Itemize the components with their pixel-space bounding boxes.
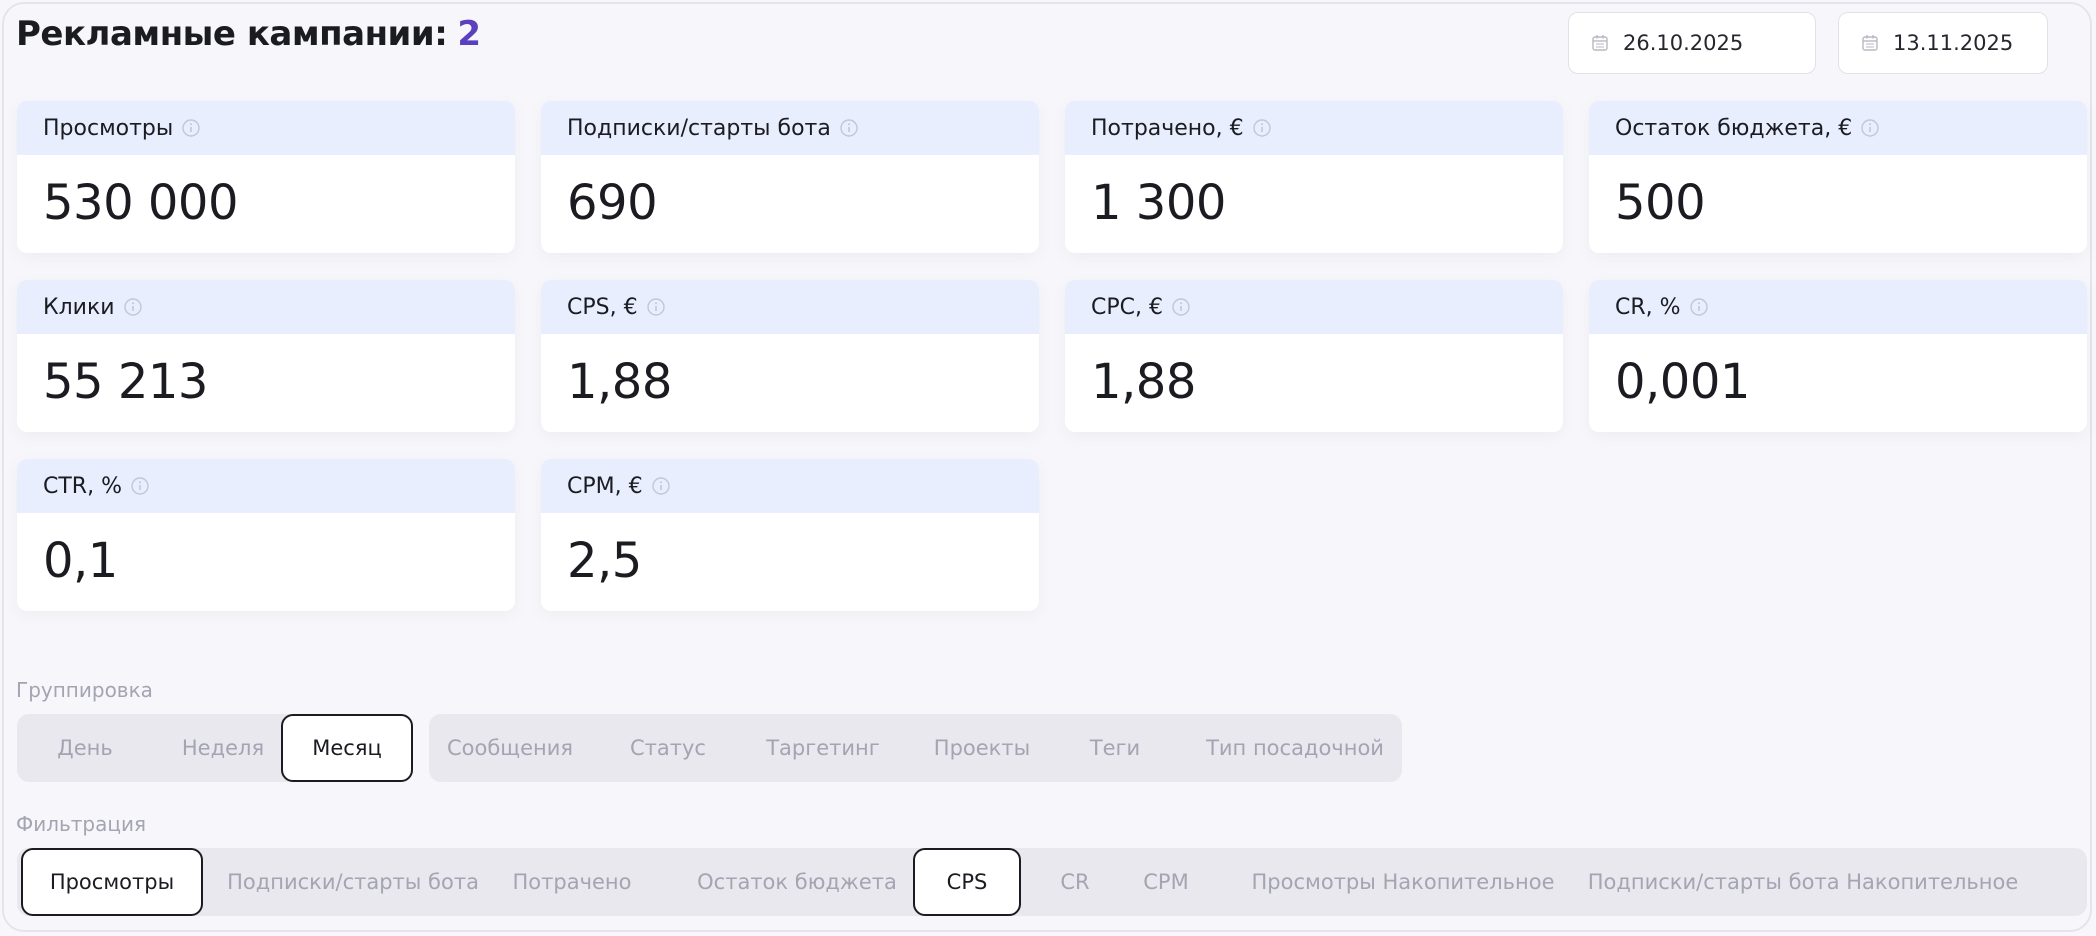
metric-card-header: Потрачено, €	[1065, 101, 1563, 155]
filter-cpm[interactable]: CPM	[1131, 848, 1201, 916]
metric-label: Потрачено, €	[1091, 115, 1244, 141]
metric-value: 1,88	[1091, 354, 1196, 410]
info-icon[interactable]	[1860, 118, 1880, 138]
metric-value: 500	[1615, 175, 1706, 231]
grouping-messages[interactable]: Сообщения	[445, 714, 575, 782]
page-title-text: Рекламные кампании:	[16, 14, 448, 54]
campaign-count: 2	[457, 14, 481, 54]
filter-spent[interactable]: Потрачено	[511, 848, 633, 916]
grouping-dimension-group: Сообщения Статус Таргетинг Проекты Теги …	[429, 714, 1402, 782]
filter-budget-left[interactable]: Остаток бюджета	[697, 848, 897, 916]
metric-card-views: Просмотры 530 000	[17, 101, 515, 253]
metric-label: CPS, €	[567, 294, 638, 320]
metric-label: CR, %	[1615, 294, 1681, 320]
metric-card-header: CTR, %	[17, 459, 515, 513]
info-icon[interactable]	[181, 118, 201, 138]
metric-card-subscriptions: Подписки/старты бота 690	[541, 101, 1039, 253]
info-icon[interactable]	[1252, 118, 1272, 138]
metric-card-spent: Потрачено, € 1 300	[1065, 101, 1563, 253]
metric-card-cpm: CPM, € 2,5	[541, 459, 1039, 611]
metric-label: Просмотры	[43, 115, 174, 141]
metric-card-header: Просмотры	[17, 101, 515, 155]
grouping-week[interactable]: Неделя	[155, 714, 291, 782]
metric-value: 0,001	[1615, 354, 1750, 410]
filter-cps[interactable]: CPS	[913, 848, 1021, 916]
info-icon[interactable]	[123, 297, 143, 317]
grouping-projects[interactable]: Проекты	[927, 714, 1037, 782]
grouping-landing-type[interactable]: Тип посадочной	[1195, 714, 1395, 782]
info-icon[interactable]	[1689, 297, 1709, 317]
info-icon[interactable]	[130, 476, 150, 496]
metric-label: Остаток бюджета, €	[1615, 115, 1853, 141]
filter-views[interactable]: Просмотры	[21, 848, 203, 916]
date-to-value: 13.11.2025	[1893, 31, 2014, 55]
filtering-group: Просмотры Подписки/старты бота Потрачено…	[17, 848, 2087, 916]
metric-card-cpc: CPC, € 1,88	[1065, 280, 1563, 432]
metric-card-cr: CR, % 0,001	[1589, 280, 2087, 432]
metric-card-header: CR, %	[1589, 280, 2087, 334]
metric-label: CPC, €	[1091, 294, 1163, 320]
metric-label: Клики	[43, 294, 115, 320]
metric-card-header: CPC, €	[1065, 280, 1563, 334]
metric-card-ctr: CTR, % 0,1	[17, 459, 515, 611]
metric-value: 1 300	[1091, 175, 1226, 231]
metric-card-cps: CPS, € 1,88	[541, 280, 1039, 432]
info-icon[interactable]	[646, 297, 666, 317]
metric-card-clicks: Клики 55 213	[17, 280, 515, 432]
grouping-day[interactable]: День	[35, 714, 135, 782]
metric-value: 0,1	[43, 533, 118, 589]
metric-value: 2,5	[567, 533, 642, 589]
page-title: Рекламные кампании: 2	[16, 14, 481, 54]
metric-value: 530 000	[43, 175, 239, 231]
filter-views-cumulative[interactable]: Просмотры Накопительное	[1251, 848, 1554, 916]
grouping-targeting[interactable]: Таргетинг	[761, 714, 885, 782]
metric-card-budget-left: Остаток бюджета, € 500	[1589, 101, 2087, 253]
metric-label: CTR, %	[43, 473, 122, 499]
metric-label: CPM, €	[567, 473, 643, 499]
info-icon[interactable]	[651, 476, 671, 496]
grouping-status[interactable]: Статус	[615, 714, 721, 782]
date-to-field[interactable]: 13.11.2025	[1838, 12, 2048, 74]
calendar-icon	[1592, 35, 1608, 51]
metric-card-header: Подписки/старты бота	[541, 101, 1039, 155]
grouping-tags[interactable]: Теги	[1075, 714, 1155, 782]
filter-subscriptions-cumulative[interactable]: Подписки/старты бота Накопительное	[1588, 848, 2019, 916]
metric-label: Подписки/старты бота	[567, 115, 831, 141]
metric-card-header: CPS, €	[541, 280, 1039, 334]
filter-cr[interactable]: CR	[1047, 848, 1103, 916]
grouping-period-group: День Неделя Месяц	[17, 714, 413, 782]
date-from-value: 26.10.2025	[1623, 31, 1744, 55]
metric-value: 690	[567, 175, 658, 231]
metric-card-header: Остаток бюджета, €	[1589, 101, 2087, 155]
filtering-label: Фильтрация	[16, 812, 147, 836]
metric-value: 1,88	[567, 354, 672, 410]
grouping-month[interactable]: Месяц	[281, 714, 413, 782]
filter-subscriptions[interactable]: Подписки/старты бота	[227, 848, 479, 916]
info-icon[interactable]	[839, 118, 859, 138]
metric-card-header: CPM, €	[541, 459, 1039, 513]
metric-card-header: Клики	[17, 280, 515, 334]
metric-value: 55 213	[43, 354, 208, 410]
info-icon[interactable]	[1171, 297, 1191, 317]
grouping-label: Группировка	[16, 678, 153, 702]
date-from-field[interactable]: 26.10.2025	[1568, 12, 1816, 74]
calendar-icon	[1862, 35, 1878, 51]
